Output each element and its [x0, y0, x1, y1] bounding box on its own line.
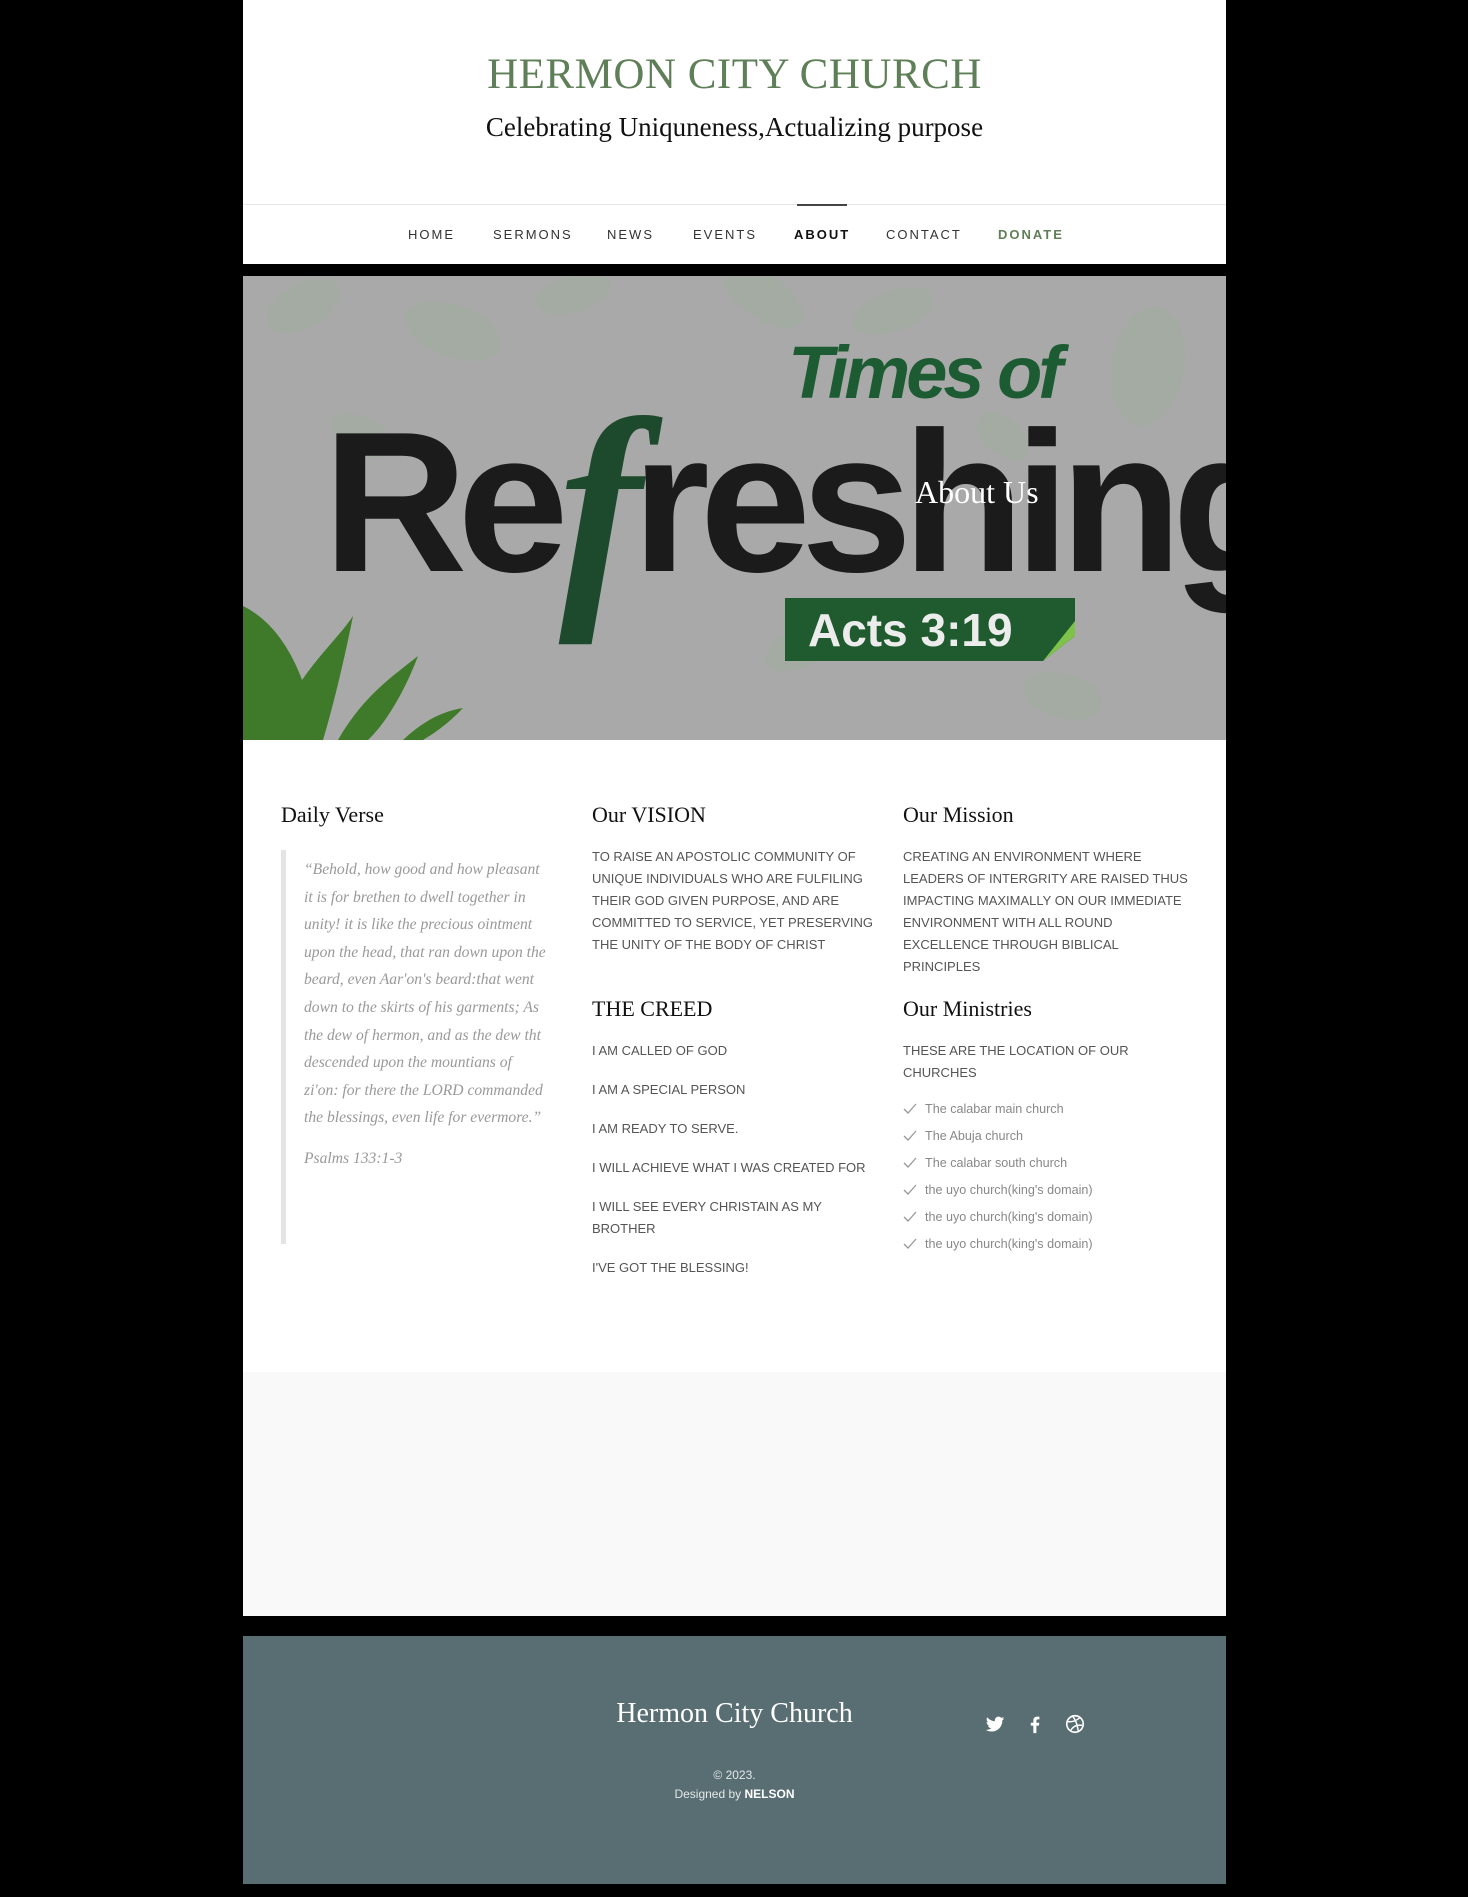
list-item: the uyo church(king's domain) [903, 1204, 1188, 1231]
creed-item: I AM READY TO SERVE. [592, 1121, 739, 1136]
ministries-list: The calabar main church The Abuja church… [903, 1096, 1188, 1258]
banner-line2-re: Re [323, 391, 562, 614]
ministries-section: Our Ministries THESE ARE THE LOCATION OF… [903, 996, 1188, 1258]
creed-item: I'VE GOT THE BLESSING! [592, 1260, 749, 1275]
nav-donate[interactable]: DONATE [998, 227, 1064, 242]
daily-verse-heading: Daily Verse [281, 802, 384, 827]
copyright-text: © 2023. [713, 1768, 756, 1782]
about-content: Daily Verse “Behold, how good and how pl… [243, 740, 1226, 1372]
vision-heading: Our VISION [592, 802, 706, 827]
ministry-name: The calabar south church [925, 1156, 1068, 1170]
list-item: the uyo church(king's domain) [903, 1177, 1188, 1204]
verse-text: “Behold, how good and how pleasant it is… [304, 861, 546, 1127]
nav-home[interactable]: HOME [408, 227, 455, 242]
ministries-intro: THESE ARE THE LOCATION OF OUR CHURCHES [903, 1043, 1129, 1080]
check-icon [903, 1184, 917, 1195]
page: HERMON CITY CHURCH Celebrating Uniqunene… [243, 0, 1226, 1897]
check-icon [903, 1211, 917, 1222]
page-title: About Us [915, 474, 1039, 510]
creed-item: I WILL SEE EVERY CHRISTAIN AS MY BROTHER [592, 1199, 822, 1236]
daily-verse-section: Daily Verse “Behold, how good and how pl… [281, 802, 561, 1244]
hero-banner: Times of Refreshing Acts 3:19 About Us [243, 276, 1226, 740]
vision-text: TO RAISE AN APOSTOLIC COMMUNITY OF UNIQU… [592, 849, 874, 952]
nav-news[interactable]: NEWS [607, 227, 654, 242]
mission-section: Our Mission CREATING AN ENVIRONMENT WHER… [903, 802, 1188, 978]
verse-blockquote: “Behold, how good and how pleasant it is… [281, 850, 549, 1244]
facebook-icon[interactable] [1024, 1713, 1046, 1735]
check-icon [903, 1238, 917, 1249]
list-item: The calabar main church [903, 1096, 1188, 1123]
ministry-name: The calabar main church [925, 1102, 1064, 1116]
creed-item: I WILL ACHIEVE WHAT I WAS CREATED FOR [592, 1160, 866, 1175]
nav-sermons[interactable]: SERMONS [493, 227, 573, 242]
check-icon [903, 1130, 917, 1141]
dribbble-icon[interactable] [1064, 1713, 1086, 1735]
banner-verse-ref: Acts 3:19 [808, 604, 1013, 656]
twitter-icon[interactable] [984, 1713, 1006, 1735]
nav-contact[interactable]: CONTACT [886, 227, 962, 242]
list-item: The calabar south church [903, 1150, 1188, 1177]
empty-section [243, 1372, 1226, 1616]
banner-line2: Refreshing [323, 369, 1226, 646]
nav-about[interactable]: ABOUT [794, 204, 850, 242]
ministry-name: The Abuja church [925, 1129, 1024, 1143]
designer-name[interactable]: NELSON [745, 1787, 795, 1801]
ministries-heading: Our Ministries [903, 996, 1032, 1021]
ministry-name: the uyo church(king's domain) [925, 1183, 1093, 1197]
check-icon [903, 1103, 917, 1114]
mission-text: CREATING AN ENVIRONMENT WHERE LEADERS OF… [903, 849, 1188, 974]
copyright: © 2023. Designed by NELSON [243, 1766, 1226, 1804]
site-header: HERMON CITY CHURCH Celebrating Uniqunene… [243, 0, 1226, 204]
ministry-name: the uyo church(king's domain) [925, 1210, 1093, 1224]
main-nav: HOME SERMONS NEWS EVENTS ABOUT CONTACT D… [243, 204, 1226, 264]
check-icon [903, 1157, 917, 1168]
site-title[interactable]: HERMON CITY CHURCH [243, 50, 1226, 99]
nav-events[interactable]: EVENTS [693, 227, 757, 242]
designed-by-label: Designed by [674, 1787, 742, 1801]
creed-item: I AM A SPECIAL PERSON [592, 1082, 746, 1097]
creed-heading: THE CREED [592, 996, 713, 1021]
mission-heading: Our Mission [903, 802, 1014, 827]
list-item: The Abuja church [903, 1123, 1188, 1150]
verse-citation: Psalms 133:1-3 [304, 1149, 403, 1167]
list-item: the uyo church(king's domain) [903, 1231, 1188, 1258]
creed-item: I AM CALLED OF GOD [592, 1043, 728, 1058]
creed-section: THE CREED I AM CALLED OF GOD I AM A SPEC… [592, 996, 877, 1296]
ministry-name: the uyo church(king's domain) [925, 1237, 1093, 1251]
site-tagline: Celebrating Uniquneness,Actualizing purp… [485, 112, 984, 142]
designer-credit: Designed by NELSON [243, 1785, 1226, 1804]
vision-section: Our VISION TO RAISE AN APOSTOLIC COMMUNI… [592, 802, 877, 956]
site-footer: Hermon City Church © 2023. Designed by N… [243, 1636, 1226, 1884]
hero-artwork: Times of Refreshing Acts 3:19 [243, 276, 1226, 740]
